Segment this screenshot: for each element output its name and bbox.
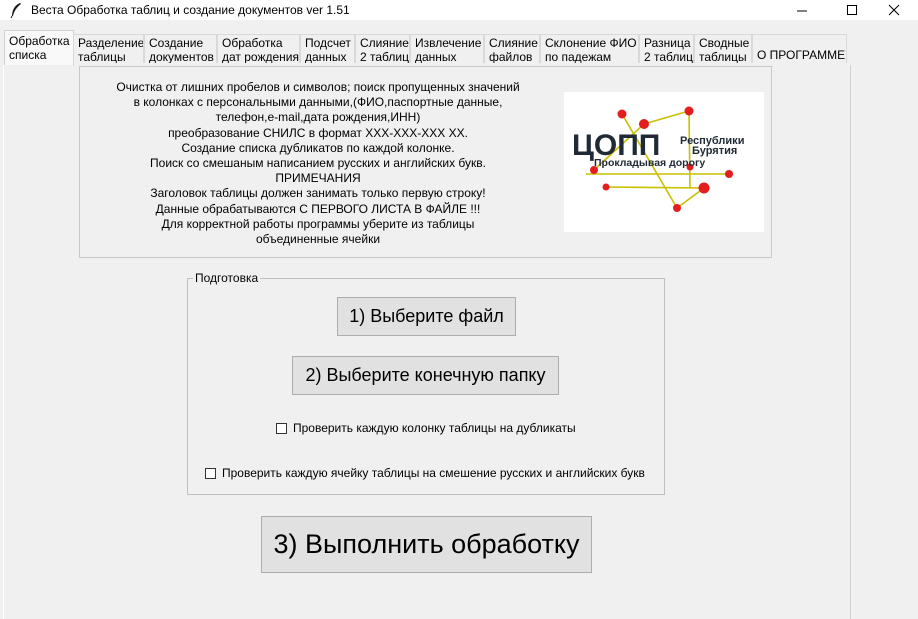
minimize-button[interactable] — [780, 0, 826, 20]
tab-sklonenie-fio[interactable]: Склонение ФИО по падежам — [540, 34, 639, 63]
check-mixed-checkbox[interactable] — [205, 467, 216, 479]
check-duplicates-option[interactable]: Проверить каждую колонку таблицы на дубл… — [276, 421, 576, 435]
tab-sozdanie-dokumentov[interactable]: Создание документов — [144, 34, 217, 63]
check-mixed-label: Проверить каждую ячейку таблицы на смеше… — [222, 466, 645, 480]
description-line: Для корректной работы программы уберите … — [161, 216, 475, 231]
close-icon — [888, 4, 900, 16]
title-bar: Веста Обработка таблиц и создание докуме… — [0, 0, 918, 20]
logo-small-line2: Бурятия — [692, 145, 737, 157]
description-line: преобразование СНИЛС в формат XXX-XXX-XX… — [168, 125, 468, 140]
tab-podschet-dannyh[interactable]: Подсчет данных — [300, 34, 355, 63]
description-text: Очистка от лишних пробелов и символов; п… — [96, 80, 540, 247]
description-line: Очистка от лишних пробелов и символов; п… — [116, 80, 520, 94]
minimize-icon — [797, 10, 807, 12]
check-duplicates-checkbox[interactable] — [276, 422, 287, 434]
description-line: объединенные ячейки — [255, 232, 381, 247]
tab-sliyanie-2-tablic[interactable]: Слияние 2 таблиц — [355, 34, 410, 63]
description-line: Заголовок таблицы должен занимать только… — [150, 186, 486, 201]
window-title: Веста Обработка таблиц и создание докуме… — [31, 3, 350, 17]
check-duplicates-label: Проверить каждую колонку таблицы на дубл… — [293, 421, 576, 435]
check-mixed-option[interactable]: Проверить каждую ячейку таблицы на смеше… — [205, 466, 645, 480]
close-button[interactable] — [872, 0, 918, 20]
select-folder-button[interactable]: 2) Выберите конечную папку — [292, 356, 559, 395]
copp-logo: ЦОПП Республики Бурятия Прокладывая доро… — [564, 92, 764, 232]
description-line: Создание списка дубликатов по каждой кол… — [181, 140, 455, 155]
tab-razdelenie-tablicy[interactable]: Разделение таблицы — [73, 34, 144, 63]
logo-graphic: ЦОПП Республики Бурятия Прокладывая доро… — [572, 106, 744, 212]
maximize-button[interactable] — [830, 0, 876, 20]
description-line: телефон,e-mail,дата рождения,ИНН) — [215, 110, 421, 125]
select-file-button[interactable]: 1) Выберите файл — [337, 297, 516, 336]
feather-icon — [10, 3, 21, 18]
tab-o-programme[interactable]: О ПРОГРАММЕ — [752, 34, 847, 63]
tab-sliyanie-faylov[interactable]: Слияние файлов — [484, 34, 540, 63]
logo-tagline: Прокладывая дорогу — [594, 157, 705, 169]
maximize-icon — [847, 5, 857, 15]
description-line: ПРИМЕЧАНИЯ — [275, 171, 361, 186]
description-line: в колонках с персональными данными,(ФИО,… — [133, 95, 503, 110]
tab-raznica-2-tablic[interactable]: Разница 2 таблиц — [639, 34, 694, 63]
tab-obrabotka-dat[interactable]: Обработка дат рождения — [217, 34, 300, 63]
run-processing-button[interactable]: 3) Выполнить обработку — [261, 516, 592, 573]
description-line: Поиск со смешаным написанием русских и а… — [150, 156, 486, 171]
tab-svodnye-tablicy[interactable]: Сводные таблицы — [694, 34, 752, 63]
tab-izvlechenie-dannyh[interactable]: Извлечение данных — [410, 34, 484, 63]
description-line: Данные обрабатываются С ПЕРВОГО ЛИСТА В … — [155, 201, 481, 216]
right-gutter — [851, 65, 918, 619]
prep-group-legend: Подготовка — [193, 271, 261, 285]
tab-obrabotka-spiska[interactable]: Обработка списка — [4, 30, 74, 65]
